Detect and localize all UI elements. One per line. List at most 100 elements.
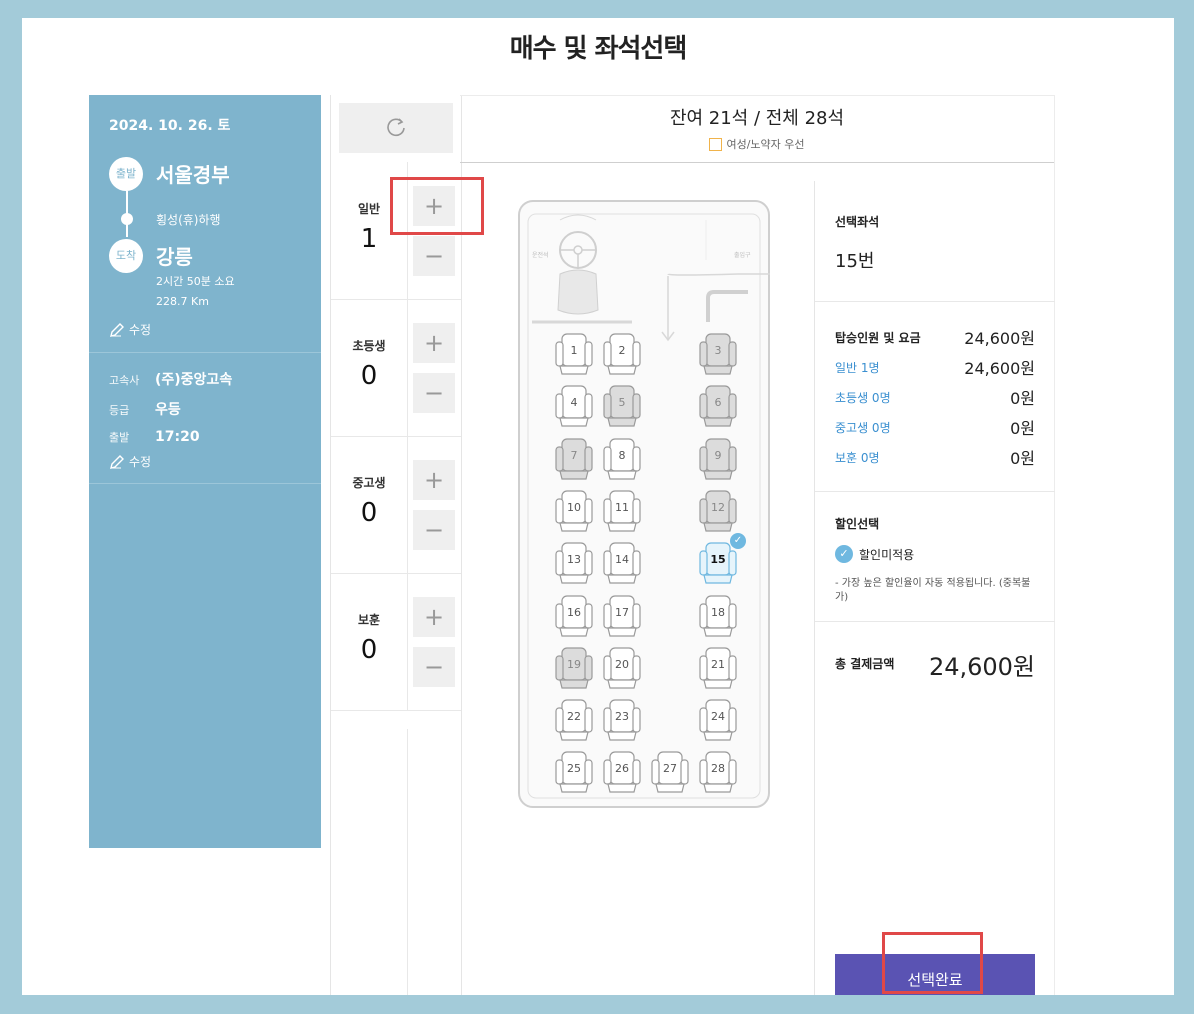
passenger-type-label: 초등생: [352, 339, 386, 353]
passenger-count: 0: [360, 498, 378, 528]
confirm-button[interactable]: 선택완료: [835, 954, 1035, 995]
seat-number: 19: [567, 657, 581, 671]
fare-label: 일반 1명: [835, 360, 880, 375]
row-divider: [407, 162, 408, 299]
plus-icon: +: [423, 466, 445, 494]
fare-row: 일반 1명 24,600원: [835, 355, 1035, 379]
seat-number: 13: [567, 553, 581, 567]
row-divider: [407, 573, 408, 710]
plus-button-general[interactable]: +: [413, 186, 455, 226]
edit-route-button[interactable]: 수정: [109, 321, 151, 338]
fare-row: 보훈 0명 0원: [835, 445, 1035, 469]
seat-26[interactable]: 26: [602, 750, 642, 794]
grade-value: 우등: [155, 402, 181, 418]
info-divider: [89, 352, 321, 353]
seat-number: 10: [567, 500, 581, 514]
seat-7: 7: [554, 437, 594, 481]
company-label: 고속사: [109, 374, 140, 387]
seat-number: 22: [567, 710, 581, 724]
legend-label: 여성/노약자 우선: [726, 138, 805, 151]
row-divider: [407, 436, 408, 573]
plus-button-veteran[interactable]: +: [413, 597, 455, 637]
company-value: (주)중앙고속: [155, 372, 233, 388]
trip-distance: 228.7 Km: [156, 295, 209, 308]
fare-amount: 0원: [1010, 389, 1035, 408]
plus-icon: +: [423, 192, 445, 220]
fare-title: 탑승인원 및 요금: [835, 330, 921, 345]
seat-number: 26: [615, 762, 629, 776]
arrive-city: 강릉: [156, 245, 193, 269]
refresh-button[interactable]: [339, 103, 453, 153]
seat-14[interactable]: 14: [602, 541, 642, 585]
discount-note: - 가장 높은 할인율이 자동 적용됩니다. (중복불가): [835, 578, 1031, 603]
summary-panel: 선택좌석 15번 탑승인원 및 요금 24,600원 일반 1명 24,600원…: [814, 181, 1055, 995]
time-row: 출발 17:20: [109, 429, 200, 445]
seat-number: 8: [618, 448, 626, 462]
pencil-icon: [110, 454, 124, 469]
minus-button-general[interactable]: −: [413, 236, 455, 276]
plus-button-student[interactable]: +: [413, 460, 455, 500]
time-label: 출발: [109, 431, 130, 444]
seat-number: 12: [711, 500, 725, 514]
fare-total: 24,600원: [964, 329, 1035, 348]
seat-19: 19: [554, 646, 594, 690]
seat-13[interactable]: 13: [554, 541, 594, 585]
passenger-count: 0: [360, 361, 378, 391]
summary-divider: [815, 301, 1055, 302]
fare-label: 중고생 0명: [835, 420, 891, 435]
driver-seat-label: 운전석: [532, 252, 549, 259]
passenger-count: 0: [360, 635, 378, 665]
seat-20[interactable]: 20: [602, 646, 642, 690]
minus-button-elementary[interactable]: −: [413, 373, 455, 413]
discount-title: 할인선택: [835, 517, 880, 531]
trip-date: 2024. 10. 26. 토: [109, 118, 231, 134]
seat-number: 14: [615, 553, 629, 567]
seat-21[interactable]: 21: [698, 646, 738, 690]
seat-number: 28: [711, 762, 725, 776]
selected-seat-value: 15번: [835, 251, 875, 272]
seat-25[interactable]: 25: [554, 750, 594, 794]
grade-row: 등급 우등: [109, 399, 181, 419]
depart-city: 서울경부: [156, 163, 230, 187]
selected-seat-title: 선택좌석: [835, 215, 880, 229]
passenger-type-label: 일반: [357, 202, 381, 216]
seat-number: 4: [570, 396, 578, 410]
seat-number: 5: [618, 396, 626, 410]
minus-button-student[interactable]: −: [413, 510, 455, 550]
seat-number: 27: [663, 762, 677, 776]
seat-2[interactable]: 2: [602, 332, 642, 376]
seat-17[interactable]: 17: [602, 594, 642, 638]
seat-number: 7: [570, 448, 578, 462]
minus-button-veteran[interactable]: −: [413, 647, 455, 687]
minus-icon: −: [423, 242, 445, 270]
seat-number: 15: [710, 553, 726, 567]
seat-11[interactable]: 11: [602, 489, 642, 533]
discount-option[interactable]: ✓ 할인미적용: [835, 545, 914, 563]
company-row: 고속사 (주)중앙고속: [109, 369, 232, 389]
seat-16[interactable]: 16: [554, 594, 594, 638]
check-icon: ✓: [835, 545, 853, 563]
minus-icon: −: [423, 653, 445, 681]
seat-15[interactable]: 15 ✓: [698, 533, 746, 585]
seat-number: 1: [570, 344, 578, 357]
seat-27[interactable]: 27: [650, 750, 690, 794]
seat-legend: 여성/노약자 우선: [460, 136, 1054, 152]
plus-button-elementary[interactable]: +: [413, 323, 455, 363]
seat-12: 12: [698, 489, 738, 533]
edit-schedule-button[interactable]: 수정: [109, 453, 151, 470]
seat-10[interactable]: 10: [554, 489, 594, 533]
passenger-row-student: 중고생 0 + −: [331, 436, 461, 574]
passenger-count: 1: [360, 224, 378, 254]
seat-8[interactable]: 8: [602, 437, 642, 481]
seat-23[interactable]: 23: [602, 698, 642, 742]
via-dot: [121, 213, 133, 225]
seat-28[interactable]: 28: [698, 750, 738, 794]
seat-5: 5: [602, 384, 642, 428]
seat-22[interactable]: 22: [554, 698, 594, 742]
seat-1[interactable]: 1: [554, 332, 594, 376]
fare-amount: 24,600원: [964, 359, 1035, 378]
seat-24[interactable]: 24: [698, 698, 738, 742]
seat-4[interactable]: 4: [554, 384, 594, 428]
seat-18[interactable]: 18: [698, 594, 738, 638]
total-amount: 24,600원: [928, 653, 1035, 681]
